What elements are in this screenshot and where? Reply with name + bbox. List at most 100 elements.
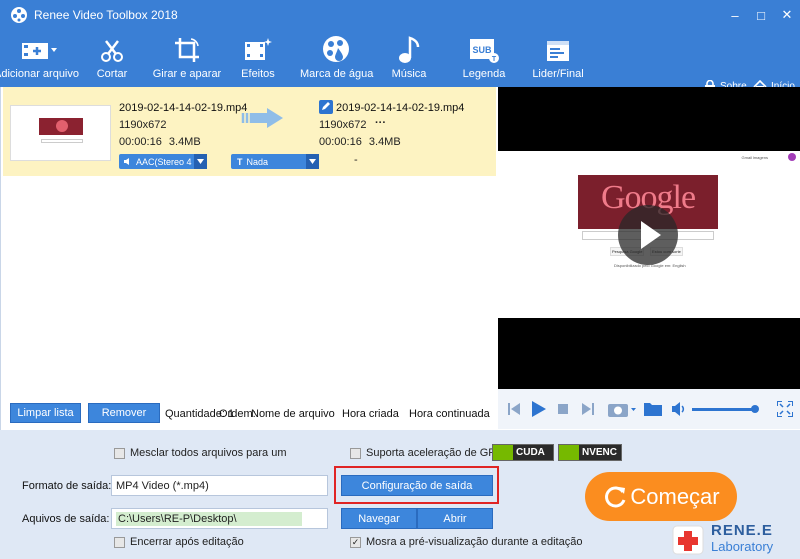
browse-button[interactable]: Navegar	[341, 508, 417, 529]
gpu-label: Suporta aceleração de GPU	[366, 447, 504, 459]
rotate-crop-label: Girar e aparar	[152, 68, 222, 80]
subtitle-select[interactable]: T Nada	[231, 154, 319, 169]
add-file-button[interactable]: Adicionar arquivo	[0, 30, 79, 87]
audio-track-select[interactable]: AAC(Stereo 4	[119, 154, 207, 169]
file-list: 2019-02-14-14-02-19.mp4 1190x672 00:00:1…	[0, 87, 497, 397]
clear-list-button[interactable]: Limpar lista	[10, 403, 81, 423]
file-row[interactable]: 2019-02-14-14-02-19.mp4 1190x672 00:00:1…	[3, 87, 496, 176]
merge-label: Mesclar todos arquivos para um	[130, 447, 287, 459]
preview-avatar	[788, 153, 796, 161]
volume-fill	[692, 408, 756, 411]
open-button[interactable]: Abrir	[417, 508, 493, 529]
audio-track-value: AAC(Stereo 4	[136, 156, 192, 167]
output-duration-size: 00:00:16 3.4MB	[319, 136, 401, 148]
nvidia-icon	[493, 445, 513, 460]
subtitle-icon: SUBT	[470, 39, 499, 63]
source-resolution: 1190x672	[119, 119, 167, 131]
play-overlay[interactable]	[618, 205, 678, 265]
effects-label: Efeitos	[241, 68, 275, 80]
restore-button[interactable]: □	[748, 0, 774, 30]
remove-button[interactable]: Remover	[88, 403, 160, 423]
skip-back-icon[interactable]	[508, 403, 520, 415]
brand-name: RENE.E	[711, 522, 773, 539]
music-note-icon	[399, 36, 420, 63]
intro-outro-label: Lider/Final	[532, 68, 584, 80]
skip-forward-icon[interactable]	[582, 403, 594, 415]
edit-output-icon[interactable]	[319, 100, 333, 114]
sort-created-option[interactable]: Hora criada	[342, 408, 399, 420]
scissors-icon	[101, 40, 123, 62]
volume-slider[interactable]	[692, 405, 760, 413]
camera-icon[interactable]	[608, 401, 636, 417]
volume-icon[interactable]	[672, 402, 686, 416]
gpu-checkbox[interactable]: Suporta aceleração de GPU	[350, 447, 504, 459]
shutdown-checkbox-box[interactable]	[114, 536, 125, 548]
intro-outro-button[interactable]: Lider/Final	[530, 30, 586, 87]
fullscreen-icon[interactable]	[777, 401, 793, 417]
sort-continued-option[interactable]: Hora continuada	[409, 408, 490, 420]
source-size: 3.4MB	[168, 136, 201, 148]
play-icon[interactable]	[532, 401, 546, 417]
main-toolbar: Adicionar arquivo Cortar Girar e aparar …	[0, 30, 800, 93]
svg-text:SUB: SUB	[472, 45, 492, 55]
sort-name-option[interactable]: Nome de arquivo	[251, 408, 335, 420]
output-file-name: 2019-02-14-14-02-19.mp4	[336, 102, 465, 114]
shutdown-label: Encerrar após editação	[130, 536, 244, 548]
merge-checkbox-box[interactable]	[114, 447, 125, 459]
extra-value: -	[354, 154, 358, 166]
output-config-button[interactable]: Configuração de saída	[341, 475, 493, 496]
preview-checkbox-box[interactable]: ✓	[350, 536, 361, 548]
cuda-badge: CUDA	[492, 444, 554, 461]
close-button[interactable]: ✕	[774, 0, 800, 30]
output-more-button[interactable]: ···	[375, 117, 386, 129]
crop-rotate-icon	[175, 38, 199, 62]
effects-button[interactable]: Efeitos	[236, 30, 280, 87]
volume-knob[interactable]	[751, 405, 760, 413]
brand-cross-icon	[672, 525, 704, 555]
watermark-label: Marca de água	[300, 68, 374, 80]
rotate-crop-button[interactable]: Girar e aparar	[152, 30, 222, 87]
minimize-button[interactable]: –	[722, 0, 748, 30]
refresh-icon	[605, 486, 626, 507]
stop-icon[interactable]	[558, 404, 568, 414]
nvenc-badge: NVENC	[558, 444, 622, 461]
start-button[interactable]: Começar	[585, 472, 737, 521]
player-controls	[498, 389, 800, 429]
nvidia-icon	[559, 445, 579, 460]
brand-watermark: RENE.E Laboratory	[671, 522, 797, 558]
gpu-checkbox-box[interactable]	[350, 447, 361, 459]
nvenc-label: NVENC	[582, 447, 618, 458]
source-file-name: 2019-02-14-14-02-19.mp4	[119, 102, 248, 114]
brand-subtitle: Laboratory	[711, 539, 774, 554]
folder-select[interactable]: C:\Users\RE-P\Desktop\	[111, 508, 328, 529]
preview-checkbox[interactable]: ✓ Mosra a pré-visualização durante a edi…	[350, 536, 582, 548]
folder-value: C:\Users\RE-P\Desktop\	[116, 511, 302, 526]
svg-text:T: T	[492, 56, 497, 63]
speaker-icon	[124, 158, 129, 165]
start-label: Começar	[630, 483, 720, 509]
subtitle-button[interactable]: SUB T Legenda	[460, 30, 508, 87]
subtitle-value: Nada	[246, 156, 269, 167]
chevron-down-icon	[309, 159, 316, 164]
format-select[interactable]: MP4 Video (*.mp4)	[111, 475, 328, 496]
preview-label: Mosra a pré-visualização durante a edita…	[366, 536, 583, 548]
source-duration: 00:00:16	[119, 136, 162, 148]
add-file-icon	[22, 43, 57, 59]
cuda-label: CUDA	[516, 447, 545, 458]
music-button[interactable]: Música	[388, 30, 430, 87]
preview-link-images: Imagens	[752, 155, 768, 160]
folder-icon[interactable]	[644, 401, 662, 416]
video-thumbnail	[10, 105, 111, 161]
convert-arrow-icon	[240, 108, 283, 128]
cut-button[interactable]: Cortar	[88, 30, 136, 87]
shutdown-checkbox[interactable]: Encerrar após editação	[114, 536, 244, 548]
cut-label: Cortar	[96, 68, 128, 80]
output-resolution: 1190x672	[319, 119, 367, 131]
subtitle-label: Legenda	[462, 68, 506, 80]
format-value: MP4 Video (*.mp4)	[116, 479, 209, 492]
watermark-button[interactable]: Marca de água	[300, 30, 374, 87]
video-preview: Gmail Imagens Google Pesquisa Google Est…	[498, 87, 800, 389]
output-duration: 00:00:16	[319, 136, 362, 148]
merge-checkbox[interactable]: Mesclar todos arquivos para um	[114, 447, 287, 459]
list-actions: Limpar lista Remover Quantidade: 1 Ordem…	[0, 397, 497, 430]
